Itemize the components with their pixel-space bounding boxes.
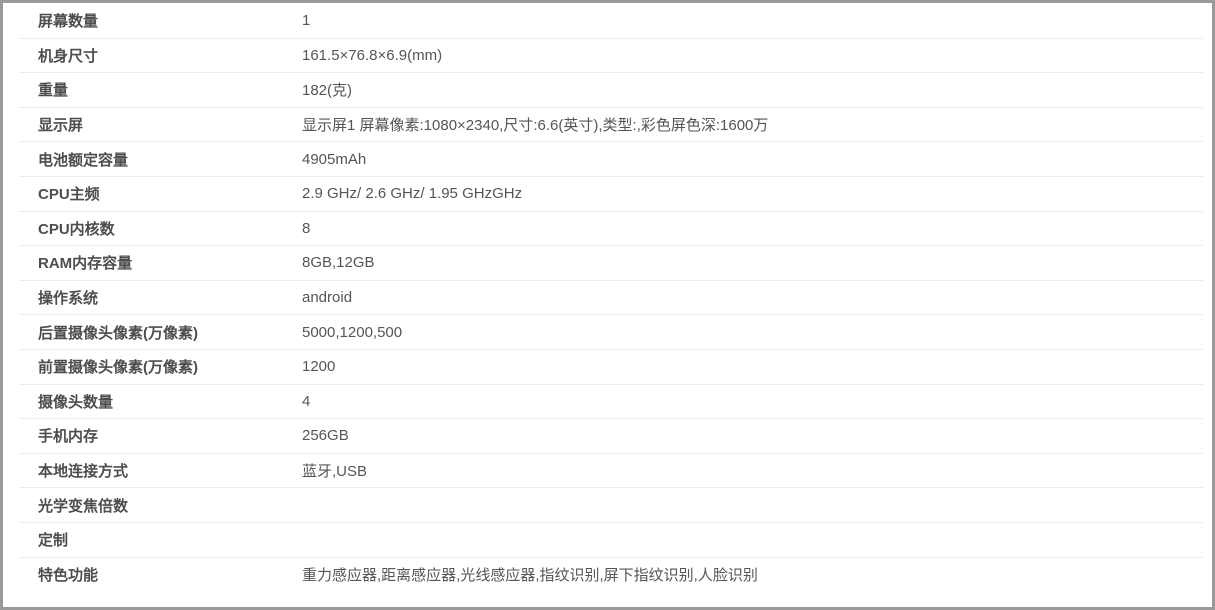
spec-row-rear-camera: 后置摄像头像素(万像素) 5000,1200,500 [19,315,1203,350]
spec-value: 256GB [302,427,349,445]
spec-row-screen-count: 屏幕数量 1 [19,4,1203,39]
spec-label: 电池额定容量 [38,151,129,169]
spec-row-optical-zoom: 光学变焦倍数 [19,488,1203,523]
spec-label: 手机内存 [38,428,99,446]
spec-label: 显示屏 [38,117,84,135]
spec-value: 8GB,12GB [302,254,375,272]
spec-label: CPU内核数 [38,220,115,238]
spec-value: 1200 [302,358,336,376]
spec-value: android [302,289,353,307]
spec-value: 重力感应器,距离感应器,光线感应器,指纹识别,屏下指纹识别,人脸识别 [302,567,758,585]
spec-value: 5000,1200,500 [302,323,403,341]
spec-value: 2.9 GHz/ 2.6 GHz/ 1.95 GHzGHz [302,185,523,203]
spec-label: 操作系统 [38,290,99,308]
spec-row-camera-count: 摄像头数量 4 [19,385,1203,420]
spec-label: 本地连接方式 [38,463,129,481]
spec-row-os: 操作系统 android [19,281,1203,316]
spec-label: 重量 [38,82,69,100]
spec-label: 特色功能 [38,567,99,585]
spec-row-custom: 定制 [19,523,1203,558]
spec-row-storage: 手机内存 256GB [19,419,1203,454]
spec-label: 机身尺寸 [38,47,99,65]
spec-value: 显示屏1 屏幕像素:1080×2340,尺寸:6.6(英寸),类型:,彩色屏色深… [302,117,769,135]
spec-row-front-camera: 前置摄像头像素(万像素) 1200 [19,350,1203,385]
spec-row-features: 特色功能 重力感应器,距离感应器,光线感应器,指纹识别,屏下指纹识别,人脸识别 [19,558,1203,593]
spec-value: 4 [302,392,311,410]
spec-label: 定制 [38,532,69,550]
spec-row-cpu-freq: CPU主频 2.9 GHz/ 2.6 GHz/ 1.95 GHzGHz [19,177,1203,212]
spec-label: 屏幕数量 [38,13,99,31]
spec-value: 4905mAh [302,150,367,168]
spec-label: RAM内存容量 [38,255,133,273]
spec-value: 182(克) [302,82,353,100]
spec-row-ram: RAM内存容量 8GB,12GB [19,246,1203,281]
spec-value: 1 [302,12,311,30]
spec-row-battery: 电池额定容量 4905mAh [19,142,1203,177]
spec-row-display: 显示屏 显示屏1 屏幕像素:1080×2340,尺寸:6.6(英寸),类型:,彩… [19,108,1203,143]
spec-label: 光学变焦倍数 [38,497,129,515]
spec-label: 后置摄像头像素(万像素) [38,324,198,342]
spec-value: 蓝牙,USB [302,463,368,481]
spec-row-body-size: 机身尺寸 161.5×76.8×6.9(mm) [19,39,1203,74]
spec-row-cpu-cores: CPU内核数 8 [19,212,1203,247]
spec-label: 摄像头数量 [38,393,114,411]
spec-row-connectivity: 本地连接方式 蓝牙,USB [19,454,1203,489]
spec-table: 屏幕数量 1 机身尺寸 161.5×76.8×6.9(mm) 重量 182(克)… [19,4,1203,592]
spec-label: CPU主频 [38,186,100,204]
spec-row-weight: 重量 182(克) [19,73,1203,108]
spec-value: 161.5×76.8×6.9(mm) [302,46,443,64]
spec-value: 8 [302,219,311,237]
spec-label: 前置摄像头像素(万像素) [38,359,198,377]
spec-panel: 屏幕数量 1 机身尺寸 161.5×76.8×6.9(mm) 重量 182(克)… [0,0,1215,610]
